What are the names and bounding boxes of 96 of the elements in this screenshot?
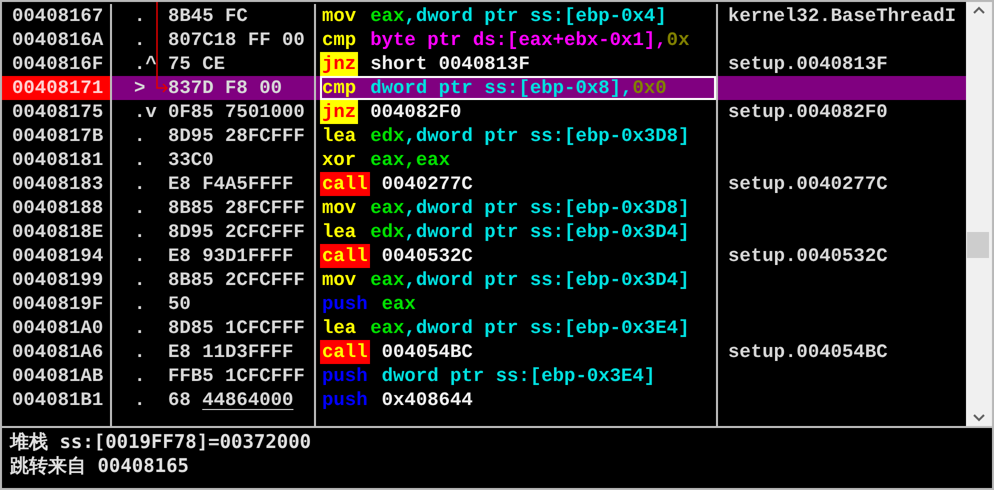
address: 00408183 (12, 173, 104, 195)
mnemonic: lea (321, 124, 358, 148)
mnemonic: lea (321, 220, 358, 244)
mnemonic: mov (321, 4, 358, 28)
hex-bytes: 8B45 FC (168, 5, 248, 27)
jump-marker: . (134, 173, 146, 195)
hex-bytes: E8 F4A5FFFF (168, 173, 294, 195)
mnemonic: cmp (321, 28, 358, 52)
hex-bytes: 8B85 2CFCFFF (168, 269, 305, 291)
address: 0040817B (12, 125, 104, 147)
hex-bytes: 837D F8 00 (168, 77, 282, 99)
hex-bytes: 8B85 28FCFFF (168, 197, 305, 219)
operands: dword ptr ss:[ebp-0x3E4] (382, 364, 656, 388)
hex-bytes: E8 11D3FFFF (168, 341, 294, 363)
hex-bytes: 807C18 FF 00 (168, 29, 305, 51)
jump-marker: . (134, 293, 146, 315)
jump-marker: .v (134, 101, 157, 123)
mnemonic: call (320, 340, 370, 364)
address: 0040816A (12, 29, 104, 51)
comment: setup.004054BC (728, 341, 888, 363)
mnemonic: call (320, 172, 370, 196)
jump-marker: . (134, 389, 146, 411)
operands: 0040277C (382, 172, 473, 196)
comment: setup.0040813F (728, 53, 888, 75)
hex-bytes: 75 CE (168, 53, 226, 75)
address: 00408171 (12, 77, 104, 99)
jump-marker: . (134, 29, 146, 51)
mnemonic: mov (321, 196, 358, 220)
comment: setup.0040277C (728, 173, 888, 195)
comment: setup.004082F0 (728, 101, 888, 123)
jump-marker: . (134, 221, 146, 243)
address: 00408175 (12, 101, 104, 123)
hex-bytes: 33C0 (168, 149, 214, 171)
address: 00408181 (12, 149, 104, 171)
scrollbar-thumb[interactable] (967, 232, 989, 258)
hex-bytes: 8D95 28FCFFF (168, 125, 305, 147)
mnemonic: cmp (321, 76, 358, 100)
mnemonic: lea (321, 316, 358, 340)
jump-marker: > (134, 77, 146, 99)
operands: short 0040813F (370, 52, 530, 76)
disassembly-row[interactable]: 00408171 > 837D F8 00 cmp dword ptr ss:[ebp-0x8],0x0 (2, 76, 966, 100)
comment: setup.0040532C (728, 245, 888, 267)
operands: 004054BC (382, 340, 473, 364)
comment: kernel32.BaseThreadI (728, 5, 956, 27)
address: 00408188 (12, 197, 104, 219)
address: 004081A0 (12, 317, 104, 339)
operands: edx,dword ptr ss:[ebp-0x3D4] (370, 220, 690, 244)
jump-marker: . (134, 5, 146, 27)
address: 004081A6 (12, 341, 104, 363)
mnemonic: push (321, 388, 369, 412)
mnemonic: jnz (320, 100, 358, 124)
jump-marker: . (134, 197, 146, 219)
jump-marker: . (134, 365, 146, 387)
mnemonic: push (321, 364, 369, 388)
operands: byte ptr ds:[eax+ebx-0x1],0x (370, 28, 690, 52)
address: 00408199 (12, 269, 104, 291)
operands: 0x408644 (382, 388, 473, 412)
operands: 004082F0 (370, 100, 462, 124)
jump-marker: . (134, 317, 146, 339)
operands: eax (382, 292, 416, 316)
jump-marker: . (134, 341, 146, 363)
scrollbar[interactable] (966, 2, 992, 426)
hex-bytes: FFB5 1CFCFFF (168, 365, 305, 387)
operands: dword ptr ss:[ebp-0x8],0x0 (370, 76, 667, 100)
hex-bytes: 68 44864000 (168, 389, 294, 411)
hex-bytes: 8D95 2CFCFFF (168, 221, 305, 243)
mnemonic: jnz (320, 52, 358, 76)
operands: eax,dword ptr ss:[ebp-0x4] (370, 4, 667, 28)
hex-bytes: 50 (168, 293, 191, 315)
address: 004081AB (12, 365, 104, 387)
info-line: 跳转来自 00408165 (10, 454, 189, 478)
mnemonic: mov (321, 268, 358, 292)
address: 0040818E (12, 221, 104, 243)
operands: eax,eax (370, 148, 450, 172)
operands: eax,dword ptr ss:[ebp-0x3E4] (370, 316, 690, 340)
address: 004081B1 (12, 389, 104, 411)
jump-marker: . (134, 149, 146, 171)
jump-marker: . (134, 245, 146, 267)
jump-marker: . (134, 125, 146, 147)
operands: eax,dword ptr ss:[ebp-0x3D8] (370, 196, 690, 220)
hex-bytes: E8 93D1FFFF (168, 245, 294, 267)
mnemonic: xor (321, 148, 358, 172)
info-line: 堆栈 ss:[0019FF78]=00372000 (10, 430, 312, 454)
operands: eax,dword ptr ss:[ebp-0x3D4] (370, 268, 690, 292)
hex-bytes: 0F85 7501000 (168, 101, 305, 123)
hex-bytes: 8D85 1CFCFFF (168, 317, 305, 339)
address: 00408194 (12, 245, 104, 267)
jump-marker: . (134, 269, 146, 291)
address: 0040819F (12, 293, 104, 315)
operands: 0040532C (382, 244, 473, 268)
mnemonic: call (320, 244, 370, 268)
address: 0040816F (12, 53, 104, 75)
mnemonic: push (321, 292, 369, 316)
address: 00408167 (12, 5, 104, 27)
operands: edx,dword ptr ss:[ebp-0x3D8] (370, 124, 690, 148)
jump-marker: .^ (134, 53, 157, 75)
